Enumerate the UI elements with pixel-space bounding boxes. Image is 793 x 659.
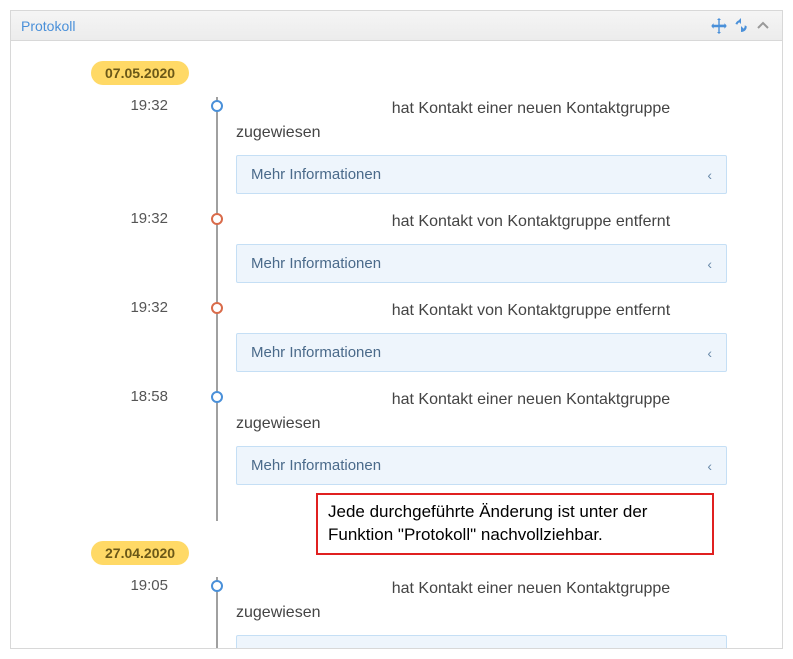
chevron-left-icon: ‹ [707, 458, 712, 474]
more-info-label: Mehr Informationen [251, 166, 381, 183]
entry-time: 19:32 [56, 210, 186, 291]
move-icon[interactable] [710, 17, 728, 35]
entry-dot-assigned-icon [211, 391, 223, 403]
collapse-icon[interactable] [754, 17, 772, 35]
entry-content: _________________ hat Kontakt einer neue… [236, 577, 737, 648]
timeline-entry: 19:32 _________________ hat Kontakt von … [56, 210, 737, 291]
chevron-left-icon: ‹ [707, 647, 712, 649]
date-badge: 07.05.2020 [91, 61, 189, 85]
entry-content: _________________ hat Kontakt einer neue… [236, 388, 737, 493]
entry-dot-assigned-icon [211, 580, 223, 592]
annotation-callout: Jede durchgeführte Änderung ist unter de… [316, 493, 714, 555]
date-badge: 27.04.2020 [91, 541, 189, 565]
entry-time: 18:58 [56, 388, 186, 493]
entry-content: _________________ hat Kontakt von Kontak… [236, 299, 737, 380]
more-info-label: Mehr Informationen [251, 255, 381, 272]
entry-text: _________________ hat Kontakt einer neue… [236, 97, 727, 145]
entry-time: 19:32 [56, 299, 186, 380]
entry-dot-assigned-icon [211, 100, 223, 112]
entry-content: _________________ hat Kontakt von Kontak… [236, 210, 737, 291]
timeline-section: 19:05 _________________ hat Kontakt eine… [56, 577, 737, 648]
more-info-toggle[interactable]: Mehr Informationen ‹ [236, 446, 727, 485]
more-info-toggle[interactable]: Mehr Informationen ‹ [236, 333, 727, 372]
panel-title: Protokoll [21, 18, 75, 34]
more-info-label: Mehr Informationen [251, 457, 381, 474]
timeline-entry: 18:58 _________________ hat Kontakt eine… [56, 388, 737, 493]
chevron-left-icon: ‹ [707, 345, 712, 361]
entry-content: _________________ hat Kontakt einer neue… [236, 97, 737, 202]
entry-text: _________________ hat Kontakt von Kontak… [236, 299, 727, 323]
more-info-label: Mehr Informationen [251, 344, 381, 361]
protokoll-panel: Protokoll 07.05.2020 19:32 _____________… [10, 10, 783, 649]
timeline-section: 19:32 _________________ hat Kontakt eine… [56, 97, 737, 521]
entry-time: 19:05 [56, 577, 186, 648]
more-info-label: Mehr Informationen [251, 646, 381, 648]
entry-text: _________________ hat Kontakt einer neue… [236, 577, 727, 625]
annotation-text: Jede durchgeführte Änderung ist unter de… [328, 502, 647, 544]
chevron-left-icon: ‹ [707, 167, 712, 183]
timeline-entry: 19:32 _________________ hat Kontakt eine… [56, 97, 737, 202]
more-info-toggle[interactable]: Mehr Informationen ‹ [236, 244, 727, 283]
entry-text: _________________ hat Kontakt einer neue… [236, 388, 727, 436]
timeline-entry: 19:05 _________________ hat Kontakt eine… [56, 577, 737, 648]
panel-actions [710, 17, 772, 35]
more-info-toggle[interactable]: Mehr Informationen ‹ [236, 635, 727, 648]
entry-dot-removed-icon [211, 213, 223, 225]
timeline-entry: 19:32 _________________ hat Kontakt von … [56, 299, 737, 380]
more-info-toggle[interactable]: Mehr Informationen ‹ [236, 155, 727, 194]
entry-dot-removed-icon [211, 302, 223, 314]
panel-body: 07.05.2020 19:32 _________________ hat K… [11, 41, 782, 648]
entry-time: 19:32 [56, 97, 186, 202]
refresh-icon[interactable] [732, 17, 750, 35]
chevron-left-icon: ‹ [707, 256, 712, 272]
entry-text: _________________ hat Kontakt von Kontak… [236, 210, 727, 234]
panel-header: Protokoll [11, 11, 782, 41]
